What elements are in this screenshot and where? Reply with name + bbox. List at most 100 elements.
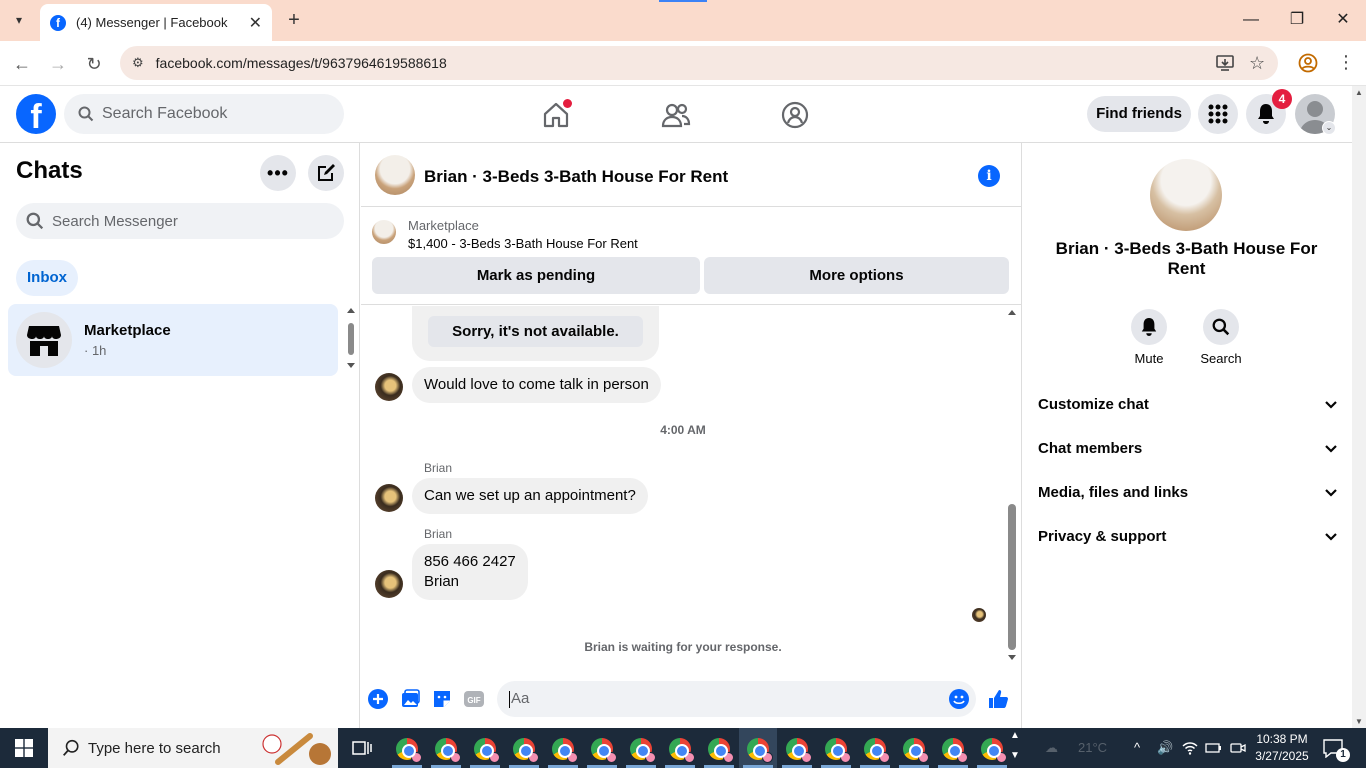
friends-icon[interactable] xyxy=(661,100,691,130)
omnibox[interactable]: ⚙ facebook.com/messages/t/96379646195886… xyxy=(120,46,1278,80)
facebook-header: f Search Facebook Find friends xyxy=(0,86,1352,143)
message-input[interactable]: Aa xyxy=(497,681,976,717)
chat-list-item[interactable]: Marketplace · 1h xyxy=(8,304,338,376)
search-action[interactable]: Search xyxy=(1191,309,1251,366)
weather-icon[interactable]: ☁ xyxy=(1045,740,1058,756)
more-dots-icon: ••• xyxy=(267,162,289,183)
info-icon[interactable]: i xyxy=(978,165,1000,187)
taskbar-scroll-down-icon[interactable]: ▼ xyxy=(1010,750,1020,761)
conversation-scrollbar[interactable] xyxy=(1005,306,1019,666)
chrome-taskbar-icon[interactable] xyxy=(552,738,578,763)
facebook-logo-icon[interactable]: f xyxy=(16,94,56,134)
listing-title[interactable]: $1,400 - 3-Beds 3-Bath House For Rent xyxy=(408,236,638,251)
battery-icon[interactable] xyxy=(1204,740,1222,756)
new-message-button[interactable] xyxy=(308,155,344,191)
weather-temperature[interactable]: 21°C xyxy=(1078,740,1107,755)
chrome-taskbar-icon[interactable] xyxy=(513,738,539,763)
svg-text:GIF: GIF xyxy=(467,696,480,705)
groups-icon[interactable] xyxy=(780,100,810,130)
gif-icon[interactable]: GIF xyxy=(463,688,485,710)
conversation-avatar[interactable] xyxy=(375,155,415,195)
sender-avatar[interactable] xyxy=(375,570,403,598)
mark-as-pending-button[interactable]: Mark as pending xyxy=(372,257,700,294)
taskbar-scroll-up-icon[interactable]: ▲ xyxy=(1010,730,1020,741)
chrome-taskbar-icon[interactable] xyxy=(825,738,851,763)
emoji-icon[interactable] xyxy=(948,688,970,710)
chrome-taskbar-icon[interactable] xyxy=(786,738,812,763)
taskbar-search-box[interactable]: Type here to search xyxy=(48,728,338,768)
privacy-support-row[interactable]: Privacy & support xyxy=(1038,517,1338,557)
chrome-taskbar-icon[interactable] xyxy=(474,738,500,763)
media-files-links-row[interactable]: Media, files and links xyxy=(1038,473,1338,513)
chrome-taskbar-icon[interactable] xyxy=(864,738,890,763)
find-friends-button[interactable]: Find friends xyxy=(1087,96,1191,132)
show-hidden-icons[interactable]: ^ xyxy=(1134,740,1140,755)
start-button[interactable] xyxy=(0,728,48,768)
page-scrollbar[interactable]: ▲ ▼ xyxy=(1352,86,1366,728)
chat-options-button[interactable]: ••• xyxy=(260,155,296,191)
like-thumb-icon[interactable] xyxy=(987,688,1009,710)
chrome-taskbar-icon[interactable] xyxy=(708,738,734,763)
chrome-taskbar-icon[interactable] xyxy=(630,738,656,763)
sender-avatar[interactable] xyxy=(375,373,403,401)
restore-button[interactable]: ❐ xyxy=(1274,8,1320,32)
forward-button[interactable]: → xyxy=(45,51,71,77)
search-in-conversation-button[interactable] xyxy=(1203,309,1239,345)
chrome-taskbar-icon[interactable] xyxy=(435,738,461,763)
conversation-title[interactable]: Brian · 3-Beds 3-Bath House For Rent xyxy=(424,167,728,187)
wifi-icon[interactable] xyxy=(1182,740,1198,756)
chat-members-row[interactable]: Chat members xyxy=(1038,429,1338,469)
reload-button[interactable]: ↻ xyxy=(81,51,107,77)
sender-avatar[interactable] xyxy=(375,484,403,512)
details-avatar[interactable] xyxy=(1150,159,1222,231)
chrome-profile-icon[interactable] xyxy=(1298,53,1318,73)
more-options-button[interactable]: More options xyxy=(704,257,1009,294)
chat-list-scrollbar[interactable] xyxy=(346,306,356,370)
section-label: Customize chat xyxy=(1038,396,1149,413)
bookmark-star-icon[interactable]: ☆ xyxy=(1249,53,1265,74)
home-notification-dot xyxy=(563,99,572,108)
sender-name: Brian xyxy=(424,527,453,541)
notification-count-badge: 1 xyxy=(1336,748,1350,762)
install-app-icon[interactable] xyxy=(1216,54,1234,72)
chats-sidebar: Chats ••• Search Messenger Inbox Marketp… xyxy=(0,143,360,728)
chrome-taskbar-icon[interactable] xyxy=(981,738,1007,763)
back-button[interactable]: ← xyxy=(9,51,35,77)
menu-button[interactable] xyxy=(1198,94,1238,134)
plus-circle-icon[interactable] xyxy=(367,688,389,710)
quick-reply-option[interactable]: Sorry, it's not available. xyxy=(428,316,643,347)
taskbar-search-placeholder: Type here to search xyxy=(88,739,221,757)
account-chevron-icon[interactable]: ⌄ xyxy=(1322,121,1336,135)
inbox-filter-button[interactable]: Inbox xyxy=(16,260,78,296)
meet-now-icon[interactable] xyxy=(1230,740,1246,756)
chrome-taskbar-icon[interactable] xyxy=(903,738,929,763)
site-info-icon[interactable]: ⚙ xyxy=(132,55,144,71)
chats-title: Chats xyxy=(16,157,83,184)
chrome-profile-badge-icon xyxy=(918,752,929,763)
browser-menu-icon[interactable]: ⋮ xyxy=(1337,52,1355,73)
section-label: Chat members xyxy=(1038,440,1143,457)
mute-button[interactable] xyxy=(1131,309,1167,345)
listing-thumbnail[interactable] xyxy=(372,220,396,244)
new-tab-button[interactable]: + xyxy=(283,9,305,31)
sticker-icon[interactable] xyxy=(431,688,453,710)
close-tab-icon[interactable]: ✕ xyxy=(249,13,262,33)
chrome-taskbar-icon[interactable] xyxy=(669,738,695,763)
chrome-taskbar-icon[interactable] xyxy=(591,738,617,763)
chrome-taskbar-icon-active[interactable] xyxy=(747,738,773,763)
customize-chat-row[interactable]: Customize chat xyxy=(1038,385,1338,425)
minimize-button[interactable]: — xyxy=(1228,8,1274,32)
chrome-profile-badge-icon xyxy=(762,752,773,763)
tab-search-button[interactable]: ▾ xyxy=(6,8,32,32)
messenger-search-input[interactable]: Search Messenger xyxy=(16,203,344,239)
task-view-icon[interactable] xyxy=(350,736,374,760)
chrome-taskbar-icon[interactable] xyxy=(396,738,422,763)
browser-tab-messenger[interactable]: f (4) Messenger | Facebook ✕ xyxy=(40,4,272,41)
taskbar-clock[interactable]: 10:38 PM 3/27/2025 xyxy=(1252,731,1312,765)
photo-icon[interactable] xyxy=(399,688,421,710)
volume-icon[interactable]: 🔊 xyxy=(1157,740,1173,756)
facebook-search-input[interactable]: Search Facebook xyxy=(64,94,344,134)
mute-action[interactable]: Mute xyxy=(1119,309,1179,366)
close-window-button[interactable]: ✕ xyxy=(1320,8,1366,32)
chrome-taskbar-icon[interactable] xyxy=(942,738,968,763)
